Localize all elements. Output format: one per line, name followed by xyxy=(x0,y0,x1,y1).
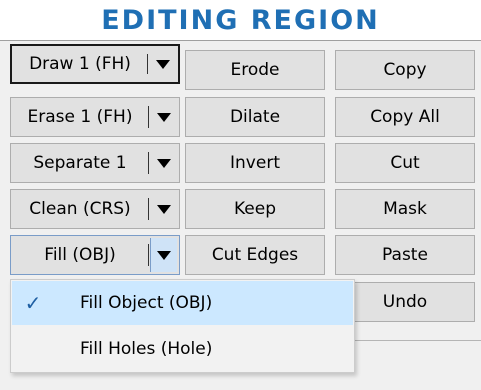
chevron-down-icon[interactable] xyxy=(149,190,179,228)
erode-button[interactable]: Erode xyxy=(185,50,325,90)
undo-button[interactable]: Undo xyxy=(335,282,475,322)
dilate-button[interactable]: Dilate xyxy=(185,97,325,137)
mask-button[interactable]: Mask xyxy=(335,189,475,229)
dropdown-option-fill-holes[interactable]: Fill Holes (Hole) xyxy=(12,327,353,371)
fill-mode-combo[interactable]: Fill (OBJ) xyxy=(10,235,180,275)
separate-mode-combo[interactable]: Separate 1 xyxy=(10,143,180,183)
cut-button[interactable]: Cut xyxy=(335,143,475,183)
keep-button[interactable]: Keep xyxy=(185,189,325,229)
combo-label: Fill (OBJ) xyxy=(44,245,116,265)
fill-mode-dropdown: ✓ Fill Object (OBJ) Fill Holes (Hole) xyxy=(10,279,355,373)
draw-mode-combo[interactable]: Draw 1 (FH) xyxy=(10,44,180,84)
chevron-down-icon[interactable] xyxy=(148,46,178,82)
cut-edges-button[interactable]: Cut Edges xyxy=(185,235,325,275)
invert-button[interactable]: Invert xyxy=(185,143,325,183)
editing-region-title: EDITING REGION xyxy=(101,4,380,36)
dropdown-option-label: Fill Holes (Hole) xyxy=(80,339,213,359)
combo-label: Clean (CRS) xyxy=(29,199,131,219)
chevron-down-icon[interactable] xyxy=(149,98,179,136)
chevron-down-icon[interactable] xyxy=(150,238,177,272)
copy-all-button[interactable]: Copy All xyxy=(335,97,475,137)
paste-button[interactable]: Paste xyxy=(335,235,475,275)
combo-separator xyxy=(148,244,149,266)
combo-label: Draw 1 (FH) xyxy=(29,54,131,74)
dropdown-option-label: Fill Object (OBJ) xyxy=(80,293,213,313)
copy-button[interactable]: Copy xyxy=(335,50,475,90)
chevron-down-icon[interactable] xyxy=(149,144,179,182)
clean-mode-combo[interactable]: Clean (CRS) xyxy=(10,189,180,229)
dropdown-option-fill-object[interactable]: ✓ Fill Object (OBJ) xyxy=(12,281,353,325)
combo-label: Separate 1 xyxy=(33,153,127,173)
erase-mode-combo[interactable]: Erase 1 (FH) xyxy=(10,97,180,137)
combo-label: Erase 1 (FH) xyxy=(27,107,133,127)
checkmark-icon: ✓ xyxy=(24,291,42,315)
